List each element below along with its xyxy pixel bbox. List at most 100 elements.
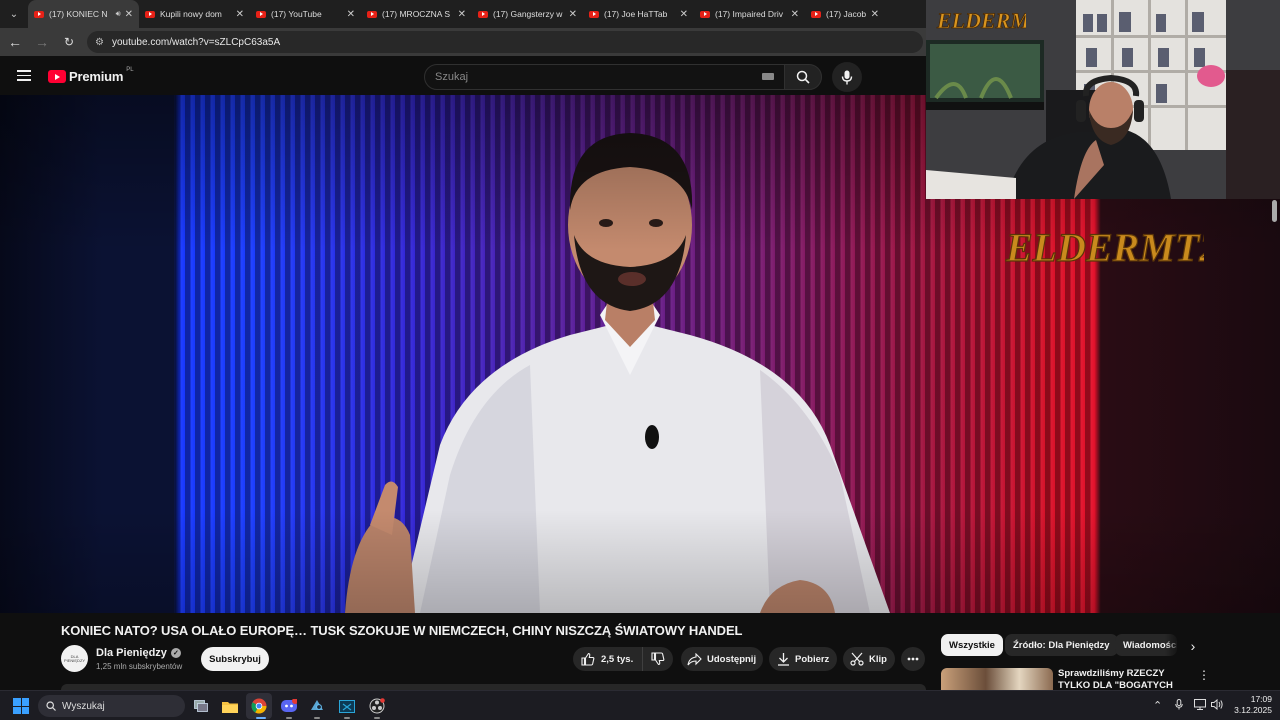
keyboard-icon[interactable] (762, 73, 774, 80)
taskbar-search-label: Wyszukaj (62, 700, 105, 712)
url-text: youtube.com/watch?v=sZLCpC63a5A (111, 36, 281, 48)
browser-tab[interactable]: (17) Gangsterzy w ✕ (472, 0, 583, 28)
youtube-favicon-icon (367, 10, 377, 18)
tab-search-chevron-icon[interactable]: ⌄ (2, 2, 26, 26)
microphone-icon (841, 70, 853, 84)
channel-avatar[interactable]: DLA PIENIĘDZY (61, 645, 88, 672)
browser-tab[interactable]: (17) YouTube ✕ (250, 0, 361, 28)
taskbar-search-input[interactable]: Wyszukaj (38, 695, 185, 717)
share-label: Udostępnij (707, 653, 757, 665)
tab-close-icon[interactable]: ✕ (236, 9, 244, 20)
tab-close-icon[interactable]: ✕ (680, 9, 688, 20)
network-monitor-icon[interactable] (1194, 699, 1206, 713)
taskbar-clock[interactable]: 17:09 3.12.2025 (1228, 694, 1272, 716)
tab-close-icon[interactable]: ✕ (458, 9, 466, 20)
download-button[interactable]: Pobierz (769, 647, 837, 671)
back-arrow-icon[interactable]: ← (3, 30, 27, 54)
tab-label: (17) Joe HaTTab (604, 9, 668, 19)
channel-name: Dla Pieniędzy (96, 647, 167, 659)
app-window-icon[interactable] (337, 696, 357, 716)
file-explorer-icon[interactable] (220, 696, 240, 716)
youtube-favicon-icon (34, 10, 44, 18)
channel-name-link[interactable]: Dla Pieniędzy ✓ (96, 647, 181, 659)
share-button[interactable]: Udostępnij (681, 647, 763, 671)
region-code: PL (126, 66, 134, 73)
search-input[interactable]: Szukaj (424, 64, 786, 90)
browser-tab[interactable]: (17) MROCZNA S ✕ (361, 0, 472, 28)
tab-close-icon[interactable]: ✕ (347, 9, 355, 20)
site-info-icon[interactable]: ⚙︎ (95, 37, 104, 48)
chip-all[interactable]: Wszystkie (941, 634, 1003, 656)
url-field[interactable]: ⚙︎ youtube.com/watch?v=sZLCpC63a5A (87, 31, 923, 53)
subscriber-count: 1,25 mln subskrybentów (96, 662, 183, 671)
volume-icon[interactable] (1211, 698, 1223, 713)
tab-audio-icon[interactable]: 🔊︎ (116, 9, 121, 19)
share-arrow-icon (687, 652, 702, 665)
youtube-favicon-icon (589, 10, 599, 18)
thumbs-down-icon (651, 652, 665, 666)
youtube-favicon-icon (256, 10, 266, 18)
windows-taskbar: Wyszukaj ⌃ 17:09 3.12.2025 (0, 690, 1280, 720)
streamer-webcam: ELDERMT2 (926, 0, 1280, 199)
microphone-tray-icon[interactable] (1175, 699, 1183, 713)
like-button[interactable]: 2,5 tys. (573, 647, 643, 671)
page-scrollbar-thumb[interactable] (1272, 200, 1277, 222)
browser-tab[interactable]: Kupili nowy dom ✕ (139, 0, 250, 28)
tab-label: (17) Jacob Lanco (826, 9, 867, 19)
youtube-logo[interactable]: Premium PL (48, 66, 134, 84)
recommendation-thumbnail[interactable] (941, 668, 1053, 690)
search-icon (796, 70, 810, 84)
tab-label: (17) KONIEC N (49, 9, 108, 19)
browser-tab-strip: ⌄ (17) KONIEC N 🔊︎ ✕ Kupili nowy dom ✕ (… (0, 0, 926, 28)
thumbs-up-icon (581, 652, 595, 666)
download-icon (778, 653, 789, 666)
tab-close-icon[interactable]: ✕ (125, 9, 133, 20)
browser-tab[interactable]: (17) KONIEC N 🔊︎ ✕ (28, 0, 139, 28)
task-view-icon[interactable] (191, 696, 211, 716)
tab-label: (17) YouTube (271, 9, 322, 19)
forward-arrow-icon[interactable]: → (30, 30, 54, 54)
svg-text:ELDERMT2: ELDERMT2 (936, 8, 1026, 33)
clock-date: 3.12.2025 (1234, 705, 1272, 715)
more-actions-button[interactable] (901, 647, 925, 671)
recommendation-title[interactable]: Sprawdziliśmy RZECZY TYLKO DLA "BOGATYCH… (1058, 668, 1190, 690)
steam-icon[interactable] (307, 696, 327, 716)
dislike-button[interactable] (643, 647, 673, 671)
chip-source-channel[interactable]: Źródło: Dla Pieniędzy (1005, 634, 1118, 656)
chrome-icon[interactable] (249, 696, 269, 716)
search-button[interactable] (784, 64, 822, 90)
steam-running-indicator (314, 717, 320, 719)
browser-tab[interactable]: (17) Impaired Driv ✕ (694, 0, 805, 28)
clip-button[interactable]: Klip (843, 647, 895, 671)
chip-fade (1165, 632, 1181, 658)
obs-running-indicator (374, 717, 380, 719)
logo-premium-text: Premium (69, 69, 124, 84)
svg-text:ELDERMT2: ELDERMT2 (1005, 225, 1204, 270)
tray-overflow-chevron-icon[interactable]: ⌃ (1153, 699, 1162, 712)
discord-icon[interactable] (279, 696, 299, 716)
chevron-right-icon[interactable]: › (1183, 636, 1203, 656)
more-vertical-icon[interactable]: ⋮ (1198, 668, 1210, 682)
tab-close-icon[interactable]: ✕ (791, 9, 799, 20)
tab-close-icon[interactable]: ✕ (871, 9, 879, 20)
verified-icon: ✓ (170, 648, 181, 658)
chrome-running-indicator (256, 717, 266, 719)
youtube-favicon-icon (811, 10, 821, 18)
voice-search-button[interactable] (832, 62, 862, 92)
menu-icon[interactable] (17, 70, 31, 81)
reload-icon[interactable]: ↻ (57, 30, 81, 54)
browser-tab[interactable]: (17) Jacob Lanco ✕ (805, 0, 885, 28)
like-count: 2,5 tys. (601, 653, 634, 665)
obs-icon[interactable] (367, 696, 387, 716)
windows-start-icon[interactable] (13, 698, 29, 714)
eldermt2-watermark-logo: ELDERMT2 (1004, 224, 1204, 270)
video-title: KONIEC NATO? USA OLAŁO EUROPĘ… TUSK SZOK… (61, 623, 743, 638)
clock-time: 17:09 (1250, 694, 1272, 704)
tab-close-icon[interactable]: ✕ (569, 9, 577, 20)
eldermt2-webcam-logo: ELDERMT2 (936, 8, 1026, 34)
tab-label: (17) Gangsterzy w (493, 9, 563, 19)
avatar-text: DLA PIENIĘDZY (63, 653, 86, 663)
search-placeholder: Szukaj (435, 71, 469, 83)
browser-tab[interactable]: (17) Joe HaTTab ✕ (583, 0, 694, 28)
subscribe-button[interactable]: Subskrybuj (201, 647, 269, 671)
